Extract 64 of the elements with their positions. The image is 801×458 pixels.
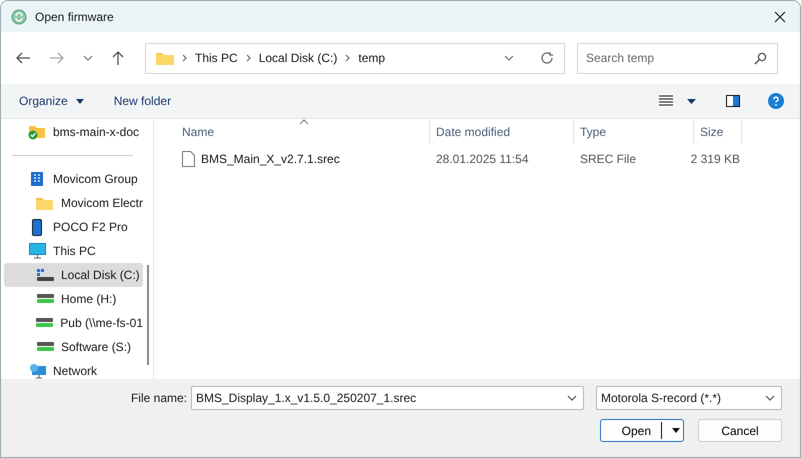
new-folder-button[interactable]: New folder <box>106 90 180 112</box>
app-icon <box>11 8 27 24</box>
open-button[interactable]: Open <box>600 419 684 442</box>
column-header[interactable]: Type <box>574 119 694 144</box>
help-icon[interactable] <box>768 93 784 109</box>
caret-icon <box>672 428 680 433</box>
chevron-down-icon[interactable] <box>83 55 93 61</box>
phone-icon <box>32 218 42 236</box>
folder-icon <box>156 51 174 65</box>
caret-icon[interactable] <box>687 98 696 104</box>
sidebar-item[interactable]: Network <box>4 359 143 383</box>
breadcrumb[interactable]: This PC <box>195 51 238 65</box>
drive-icon <box>36 269 54 281</box>
chevron-down-icon <box>567 395 577 401</box>
sidebar-item[interactable]: Pub (\\me-fs-01 <box>4 311 143 335</box>
column-header[interactable]: Name <box>176 119 430 144</box>
sidebar-item[interactable]: Local Disk (C:) <box>4 263 143 287</box>
network-drive-icon <box>36 294 54 304</box>
view-list-icon[interactable] <box>659 95 673 107</box>
breadcrumb[interactable]: temp <box>358 51 386 65</box>
cancel-button[interactable]: Cancel <box>698 419 782 442</box>
up-arrow-icon[interactable] <box>111 50 125 66</box>
network-icon <box>28 363 46 379</box>
sidebar-item[interactable]: Movicom Group <box>4 167 143 191</box>
preview-pane-icon[interactable] <box>726 95 740 107</box>
file-name-label: File name: <box>130 391 187 405</box>
sidebar-item[interactable]: bms-main-x-doc <box>4 120 143 144</box>
refresh-icon[interactable] <box>540 51 554 65</box>
organize-menu[interactable]: Organize <box>11 90 92 112</box>
chevron-right-icon <box>182 54 187 62</box>
breadcrumb[interactable]: Local Disk (C:) <box>258 51 338 65</box>
close-icon[interactable] <box>774 10 786 22</box>
search-icon <box>754 52 767 64</box>
sidebar-item[interactable]: POCO F2 Pro <box>4 215 143 239</box>
sidebar-item[interactable]: Home (H:) <box>4 287 143 311</box>
sidebar-item[interactable]: Movicom Electr <box>4 191 143 215</box>
sidebar-item[interactable]: This PC <box>4 239 143 263</box>
building-icon <box>30 171 44 187</box>
file-size: 2 319 KB <box>690 152 740 166</box>
network-drive-icon <box>36 342 54 352</box>
chevron-right-icon <box>345 54 350 62</box>
scrollbar[interactable] <box>147 265 149 365</box>
file-name-field[interactable]: BMS_Display_1.x_v1.5.0_250207_1.srec <box>191 386 584 410</box>
file-name: BMS_Main_X_v2.7.1.srec <box>201 152 340 166</box>
monitor-icon <box>28 243 46 259</box>
caret-icon <box>76 98 84 104</box>
file-type-dropdown[interactable]: Motorola S-record (*.*) <box>596 386 782 410</box>
folder-icon <box>36 196 54 210</box>
file-icon <box>182 151 195 167</box>
chevron-down-icon[interactable] <box>504 55 514 61</box>
sidebar-item[interactable]: Software (S:) <box>4 335 143 359</box>
search-field[interactable]: Search temp <box>577 42 778 74</box>
column-header[interactable]: Size <box>694 119 742 144</box>
network-drive-icon <box>36 318 54 328</box>
file-type: SREC File <box>580 152 636 166</box>
synced-folder-icon <box>28 124 46 140</box>
window-title: Open firmware <box>35 10 115 24</box>
back-arrow-icon[interactable] <box>15 51 31 65</box>
chevron-down-icon <box>765 395 775 401</box>
chevron-right-icon <box>246 54 251 62</box>
date-modified: 28.01.2025 11:54 <box>436 152 529 166</box>
file-row[interactable]: BMS_Main_X_v2.7.1.srec 28.01.2025 11:54 SREC File 2 319 KB <box>176 148 800 170</box>
column-header[interactable]: Date modified <box>430 119 574 144</box>
address-bar[interactable]: This PC Local Disk (C:) temp <box>145 42 565 74</box>
